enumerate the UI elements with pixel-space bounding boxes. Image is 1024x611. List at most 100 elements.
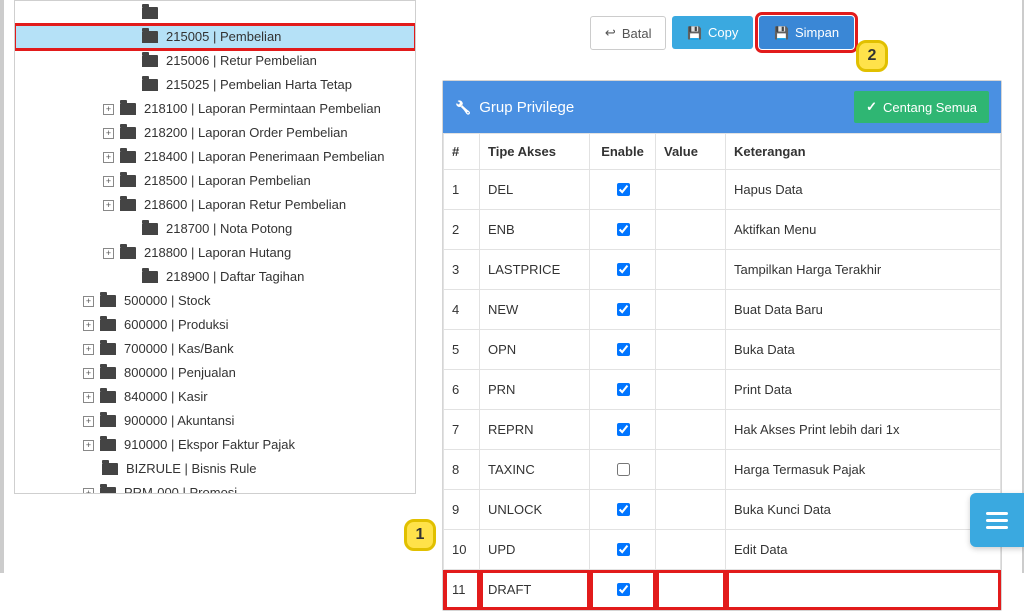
tree-item[interactable]: +600000 | Produksi [15,313,415,337]
tree-item-label: 218200 | Laporan Order Pembelian [144,121,348,145]
cell-num: 9 [444,490,480,530]
cell-enable[interactable] [590,570,656,610]
check-all-button[interactable]: Centang Semua [854,91,989,123]
expand-icon[interactable]: + [103,200,114,211]
cell-value [656,530,726,570]
expand-icon[interactable]: + [103,104,114,115]
expand-icon[interactable]: + [103,176,114,187]
tree-item[interactable]: +218800 | Laporan Hutang [15,241,415,265]
cell-enable[interactable] [590,330,656,370]
cell-type: DRAFT [480,570,590,610]
expand-icon[interactable]: + [83,392,94,403]
tree-item[interactable]: +500000 | Stock [15,289,415,313]
enable-checkbox[interactable] [617,383,630,396]
col-type: Tipe Akses [480,134,590,170]
tree-item[interactable]: 215006 | Retur Pembelian [15,49,415,73]
expand-icon[interactable]: + [103,248,114,259]
enable-checkbox[interactable] [617,463,630,476]
save-button[interactable]: Simpan [759,16,854,49]
folder-icon [142,223,158,235]
cell-note: Hapus Data [726,170,1001,210]
cell-value [656,570,726,610]
tree-item[interactable]: +700000 | Kas/Bank [15,337,415,361]
tree-item[interactable]: +900000 | Akuntansi [15,409,415,433]
expand-icon[interactable]: + [103,128,114,139]
enable-checkbox[interactable] [617,303,630,316]
tree-item[interactable]: +840000 | Kasir [15,385,415,409]
folder-icon [142,271,158,283]
cell-enable[interactable] [590,410,656,450]
menu-tree: 215005 | Pembelian 215006 | Retur Pembel… [15,1,415,494]
expand-icon[interactable]: + [83,368,94,379]
cell-enable[interactable] [590,370,656,410]
cell-enable[interactable] [590,490,656,530]
enable-checkbox[interactable] [617,183,630,196]
expand-icon[interactable]: + [83,440,94,451]
enable-checkbox[interactable] [617,223,630,236]
cell-value [656,490,726,530]
col-enable: Enable [590,134,656,170]
tree-item[interactable]: +218600 | Laporan Retur Pembelian [15,193,415,217]
cell-enable[interactable] [590,450,656,490]
enable-checkbox[interactable] [617,263,630,276]
tree-item[interactable]: +800000 | Penjualan [15,361,415,385]
folder-icon [100,319,116,331]
cell-enable[interactable] [590,290,656,330]
action-bar: Batal Copy Simpan [442,16,1002,50]
expand-icon[interactable]: + [83,296,94,307]
expand-icon[interactable]: + [103,152,114,163]
tree-item-label: 800000 | Penjualan [124,361,236,385]
expand-icon[interactable]: + [83,320,94,331]
tree-item-label: 218800 | Laporan Hutang [144,241,291,265]
expand-icon[interactable]: + [83,344,94,355]
table-row: 6PRNPrint Data [444,370,1001,410]
folder-icon [120,199,136,211]
cancel-button[interactable]: Batal [590,16,667,50]
tree-item-label: 900000 | Akuntansi [124,409,234,433]
tree-item[interactable]: +910000 | Ekspor Faktur Pajak [15,433,415,457]
table-row: 9UNLOCKBuka Kunci Data [444,490,1001,530]
cell-enable[interactable] [590,210,656,250]
folder-icon [120,151,136,163]
enable-checkbox[interactable] [617,543,630,556]
enable-checkbox[interactable] [617,423,630,436]
col-note: Keterangan [726,134,1001,170]
cell-enable[interactable] [590,530,656,570]
tree-item[interactable]: +218400 | Laporan Penerimaan Pembelian [15,145,415,169]
floating-menu-button[interactable] [970,493,1024,547]
cell-value [656,330,726,370]
cell-num: 7 [444,410,480,450]
cell-type: PRN [480,370,590,410]
folder-icon [100,367,116,379]
folder-icon [120,175,136,187]
tree-item[interactable]: +218200 | Laporan Order Pembelian [15,121,415,145]
cell-enable[interactable] [590,250,656,290]
expand-icon[interactable]: + [83,488,94,495]
tree-item-label: 215005 | Pembelian [166,25,281,49]
tree-item-selected[interactable]: 215005 | Pembelian [15,25,415,49]
cell-value [656,250,726,290]
tree-item[interactable] [15,1,415,25]
tree-item[interactable]: +218500 | Laporan Pembelian [15,169,415,193]
table-row: 5OPNBuka Data [444,330,1001,370]
tree-item[interactable]: 218700 | Nota Potong [15,217,415,241]
tree-item[interactable]: BIZRULE | Bisnis Rule [15,457,415,481]
folder-icon [100,343,116,355]
panel-title: Grup Privilege [479,99,574,116]
tree-item[interactable]: 215025 | Pembelian Harta Tetap [15,73,415,97]
tree-item-label: 840000 | Kasir [124,385,208,409]
cell-note: Aktifkan Menu [726,210,1001,250]
enable-checkbox[interactable] [617,343,630,356]
wrench-icon [455,99,471,116]
copy-button[interactable]: Copy [672,16,753,49]
tree-item[interactable]: 218900 | Daftar Tagihan [15,265,415,289]
enable-checkbox[interactable] [617,503,630,516]
menu-icon [986,512,1008,529]
tree-item[interactable]: +218100 | Laporan Permintaan Pembelian [15,97,415,121]
enable-checkbox[interactable] [617,583,630,596]
tree-item-label: 218600 | Laporan Retur Pembelian [144,193,346,217]
tree-item-label: 218900 | Daftar Tagihan [166,265,304,289]
cell-enable[interactable] [590,170,656,210]
expand-icon[interactable]: + [83,416,94,427]
tree-item[interactable]: +PRM-000 | Promosi [15,481,415,494]
